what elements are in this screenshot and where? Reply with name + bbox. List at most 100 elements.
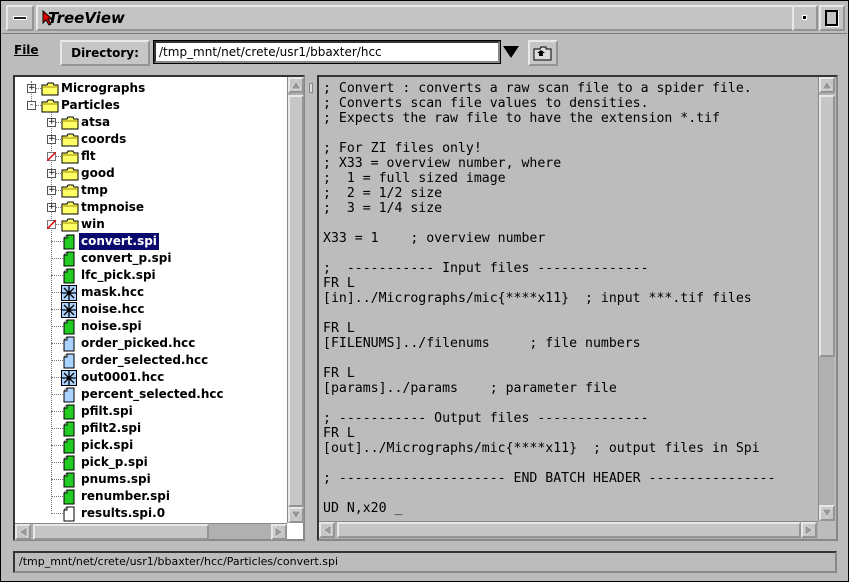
file-menu[interactable]: File [14, 43, 39, 57]
scroll-thumb[interactable] [819, 95, 835, 357]
arrow-left-icon [18, 526, 28, 538]
directory-button[interactable]: Directory: [60, 40, 150, 66]
tree-connector [51, 479, 63, 480]
tree-item-label: out0001.hcc [81, 370, 165, 384]
tree-item-label: atsa [81, 115, 111, 129]
document-file-icon [63, 387, 75, 403]
splitter-grip[interactable] [309, 83, 313, 93]
text-line: ; 1 = full sized image [323, 171, 506, 186]
scroll-down-button[interactable] [288, 507, 304, 523]
text-line: [params]../params ; parameter file [323, 381, 617, 396]
expand-icon[interactable]: + [47, 135, 56, 144]
expand-icon[interactable]: + [27, 84, 36, 93]
content-vertical-scrollbar[interactable] [818, 77, 835, 521]
tree-item[interactable]: convert.spi [15, 233, 285, 250]
text-line: FR L [323, 276, 355, 291]
tree-item[interactable]: flt [15, 148, 285, 165]
arrow-left-icon [322, 524, 332, 536]
tree-item[interactable]: noise.hcc [15, 301, 285, 318]
tree-item[interactable]: results.spi.0 [15, 505, 285, 522]
file-content-text[interactable]: ; Convert : converts a raw scan file to … [319, 77, 818, 521]
content-horizontal-scrollbar[interactable] [319, 521, 818, 539]
text-line [323, 456, 818, 471]
scroll-right-button[interactable] [271, 524, 287, 540]
folder-icon [61, 116, 79, 130]
scroll-left-button[interactable] [319, 522, 335, 538]
tree-item[interactable]: convert_p.spi [15, 250, 285, 267]
tree-item[interactable]: pnums.spi [15, 471, 285, 488]
pane-splitter[interactable] [307, 75, 315, 541]
tree-item[interactable]: + atsa [15, 114, 285, 131]
spider-file-icon [63, 472, 75, 488]
tree-item-label: noise.spi [81, 319, 142, 333]
tree-item[interactable]: order_picked.hcc [15, 335, 285, 352]
tree-item[interactable]: pfilt2.spi [15, 420, 285, 437]
tree-item-label: lfc_pick.spi [81, 268, 156, 282]
scroll-right-button[interactable] [801, 522, 817, 538]
tree-item[interactable]: renumber.spi [15, 488, 285, 505]
window-menu-icon [13, 16, 27, 20]
scroll-up-button[interactable] [288, 77, 304, 93]
tree-item[interactable]: noise.spi [15, 318, 285, 335]
text-line: [FILENUMS]../filenums ; file numbers [323, 336, 641, 351]
tree-item-label: flt [81, 149, 96, 163]
tree-item[interactable]: order_selected.hcc [15, 352, 285, 369]
tree-item[interactable]: percent_selected.hcc [15, 386, 285, 403]
tree-item[interactable]: pick.spi [15, 437, 285, 454]
spider-file-icon [63, 234, 75, 250]
tree-item[interactable]: - Particles [15, 97, 285, 114]
expand-icon[interactable]: + [47, 203, 56, 212]
scroll-left-button[interactable] [15, 524, 31, 540]
text-line: ; Convert : converts a raw scan file to … [323, 81, 752, 96]
arrow-right-icon [274, 526, 284, 538]
tree-item[interactable]: + good [15, 165, 285, 182]
scroll-down-button[interactable] [819, 505, 835, 521]
tree-item[interactable]: + tmpnoise [15, 199, 285, 216]
file-content-pane: ; Convert : converts a raw scan file to … [317, 75, 838, 541]
tree-item-label: pnums.spi [81, 472, 151, 486]
maximize-button[interactable] [819, 5, 845, 31]
tree-item[interactable]: out0001.hcc [15, 369, 285, 386]
tree-item[interactable]: pick_p.spi [15, 454, 285, 471]
tree-item[interactable]: pfilt.spi [15, 403, 285, 420]
tree-item[interactable]: + coords [15, 131, 285, 148]
tree-item-label: Particles [61, 98, 120, 112]
minimize-button[interactable] [792, 5, 818, 31]
directory-input[interactable]: /tmp_mnt/net/crete/usr1/bbaxter/hcc [153, 40, 501, 64]
tree-item[interactable]: mask.hcc [15, 284, 285, 301]
expander-empty-icon[interactable] [47, 220, 56, 229]
scroll-thumb[interactable] [337, 522, 801, 538]
text-line: ; Converts scan file values to densities… [323, 96, 649, 111]
window-title-area[interactable]: TreeView [36, 5, 810, 31]
tree-item-label: percent_selected.hcc [81, 387, 224, 401]
tree-connector [51, 462, 63, 463]
title-bar: TreeView [2, 2, 847, 34]
expand-icon[interactable]: + [47, 118, 56, 127]
tree-item-label: coords [81, 132, 127, 146]
folder-icon [61, 133, 79, 147]
scroll-up-button[interactable] [819, 77, 835, 93]
tree-connector [51, 343, 63, 344]
status-bar: /tmp_mnt/net/crete/usr1/bbaxter/hcc/Part… [13, 551, 837, 573]
tree-item[interactable]: + tmp [15, 182, 285, 199]
text-line: ; Expects the raw file to have the exten… [323, 111, 720, 126]
tree-item[interactable]: + Micrographs [15, 80, 285, 97]
tree-item-label: Micrographs [61, 81, 146, 95]
tree-horizontal-scrollbar[interactable] [15, 523, 287, 540]
arrow-down-icon [821, 508, 833, 518]
parent-directory-button[interactable] [528, 40, 558, 66]
document-file-icon [63, 336, 75, 352]
expand-icon[interactable]: + [47, 169, 56, 178]
tree-vertical-scrollbar[interactable] [287, 77, 304, 523]
collapse-icon[interactable]: - [27, 101, 36, 110]
scroll-thumb[interactable] [288, 95, 304, 507]
tree-item-label: pfilt2.spi [81, 421, 142, 435]
window-menu-button[interactable] [6, 5, 34, 31]
expand-icon[interactable]: + [47, 186, 56, 195]
scroll-thumb[interactable] [33, 524, 209, 540]
tree-item[interactable]: win [15, 216, 285, 233]
expander-empty-icon[interactable] [47, 152, 56, 161]
tree-item[interactable]: lfc_pick.spi [15, 267, 285, 284]
dropdown-arrow-icon[interactable] [502, 44, 520, 60]
tree-item-label: convert.spi [79, 233, 159, 250]
